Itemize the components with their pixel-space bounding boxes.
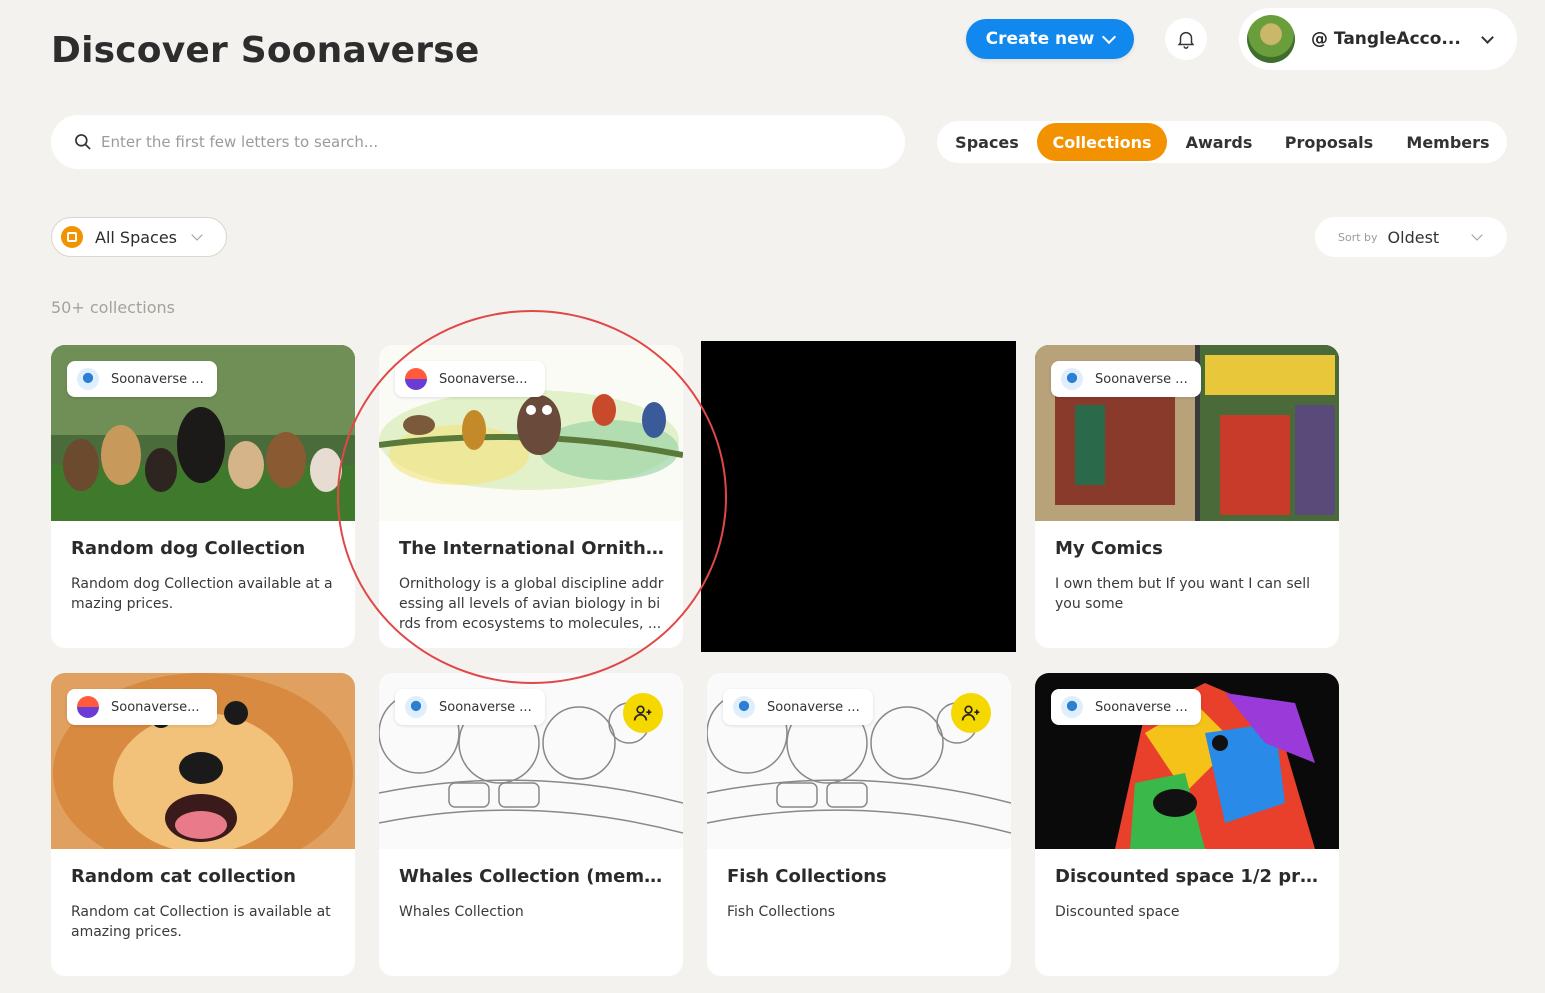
space-chip[interactable]: Soonaverse ... [723, 689, 873, 725]
space-filter-label: All Spaces [95, 227, 178, 247]
tab-members[interactable]: Members [1395, 123, 1501, 161]
soonaverse-logo-icon [1061, 368, 1083, 390]
space-chip[interactable]: Soonaverse... [67, 689, 217, 725]
add-user-icon [961, 705, 980, 721]
bell-icon [1177, 31, 1195, 49]
search-icon [75, 134, 91, 150]
collection-card[interactable]: Soonaverse ... Whales Collection (memb..… [379, 673, 683, 976]
blank-card-placeholder [701, 341, 1016, 652]
account-name: @ TangleAcco... [1311, 29, 1461, 49]
collection-card[interactable]: Soonaverse ... Discounted space 1/2 pric… [1035, 673, 1339, 976]
collection-card[interactable]: Soonaverse... The International Ornithol… [379, 345, 683, 648]
chevron-down-icon [1102, 29, 1117, 45]
space-name: Soonaverse ... [767, 699, 860, 715]
space-chip[interactable]: Soonaverse ... [67, 361, 217, 397]
space-chip[interactable]: Soonaverse ... [1051, 361, 1201, 397]
soonaverse-logo-icon [1061, 696, 1083, 718]
tab-proposals[interactable]: Proposals [1275, 123, 1383, 161]
search-input[interactable] [99, 132, 863, 152]
soonaverse-logo-icon [405, 368, 427, 390]
tab-awards[interactable]: Awards [1175, 123, 1263, 161]
account-menu[interactable]: @ TangleAcco... [1239, 8, 1517, 70]
soonaverse-logo-icon [733, 696, 755, 718]
space-name: Soonaverse ... [439, 699, 532, 715]
space-chip[interactable]: Soonaverse ... [1051, 689, 1201, 725]
tab-spaces[interactable]: Spaces [943, 123, 1031, 161]
collection-title[interactable]: Random dog Collection [71, 538, 339, 559]
chevron-down-icon [191, 229, 203, 241]
chevron-down-icon [1471, 229, 1483, 241]
collection-title[interactable]: My Comics [1055, 538, 1323, 559]
collection-title[interactable]: Discounted space 1/2 price [1055, 866, 1323, 887]
members-only-badge [623, 693, 663, 733]
tab-collections[interactable]: Collections [1037, 123, 1167, 161]
sort-value: Oldest [1387, 227, 1440, 247]
soonaverse-logo-icon [405, 696, 427, 718]
soonaverse-logo-icon [77, 368, 99, 390]
collection-description: Random dog Collection available at amazi… [71, 576, 333, 612]
space-name: Soonaverse... [111, 699, 200, 715]
space-chip[interactable]: Soonaverse ... [395, 689, 545, 725]
space-chip[interactable]: Soonaverse... [395, 361, 545, 397]
collection-description: Random cat Collection is available at am… [71, 904, 331, 940]
collection-card[interactable]: Soonaverse... Random cat collection Rand… [51, 673, 355, 976]
section-tabs: Spaces Collections Awards Proposals Memb… [937, 121, 1507, 163]
space-name: Soonaverse... [439, 371, 528, 387]
collection-title[interactable]: Whales Collection (memb... [399, 866, 667, 887]
collection-title[interactable]: Random cat collection [71, 866, 339, 887]
collection-description: Whales Collection [399, 904, 524, 920]
collection-description: I own them but If you want I can sell yo… [1055, 576, 1311, 612]
sort-by-label: Sort by [1338, 230, 1378, 244]
space-name: Soonaverse ... [1095, 371, 1188, 387]
space-filter-dropdown[interactable]: All Spaces [51, 217, 227, 257]
collections-count: 50+ collections [51, 298, 175, 317]
page-title: Discover Soonaverse [51, 30, 480, 71]
space-name: Soonaverse ... [1095, 699, 1188, 715]
collection-title[interactable]: The International Ornitholo... [399, 538, 667, 559]
chevron-down-icon [1480, 30, 1494, 44]
avatar [1247, 15, 1295, 63]
search-bar[interactable] [51, 115, 905, 169]
collection-card[interactable]: Soonaverse ... My Comics I own them but … [1035, 345, 1339, 648]
soonaverse-logo-icon [77, 696, 99, 718]
add-user-icon [633, 705, 652, 721]
collection-description: Discounted space [1055, 904, 1180, 920]
sort-dropdown[interactable]: Sort by Oldest [1315, 217, 1507, 257]
collection-card[interactable]: Soonaverse ... Fish Collections Fish Col… [707, 673, 1011, 976]
space-name: Soonaverse ... [111, 371, 204, 387]
notifications-button[interactable] [1165, 18, 1207, 60]
collection-description: Ornithology is a global discipline addre… [399, 576, 664, 632]
space-icon [61, 226, 83, 248]
collection-title[interactable]: Fish Collections [727, 866, 995, 887]
create-new-label: Create new [985, 29, 1095, 49]
collection-description: Fish Collections [727, 904, 836, 920]
members-only-badge [951, 693, 991, 733]
collection-card[interactable]: Soonaverse ... Random dog Collection Ran… [51, 345, 355, 648]
create-new-button[interactable]: Create new [966, 19, 1134, 59]
